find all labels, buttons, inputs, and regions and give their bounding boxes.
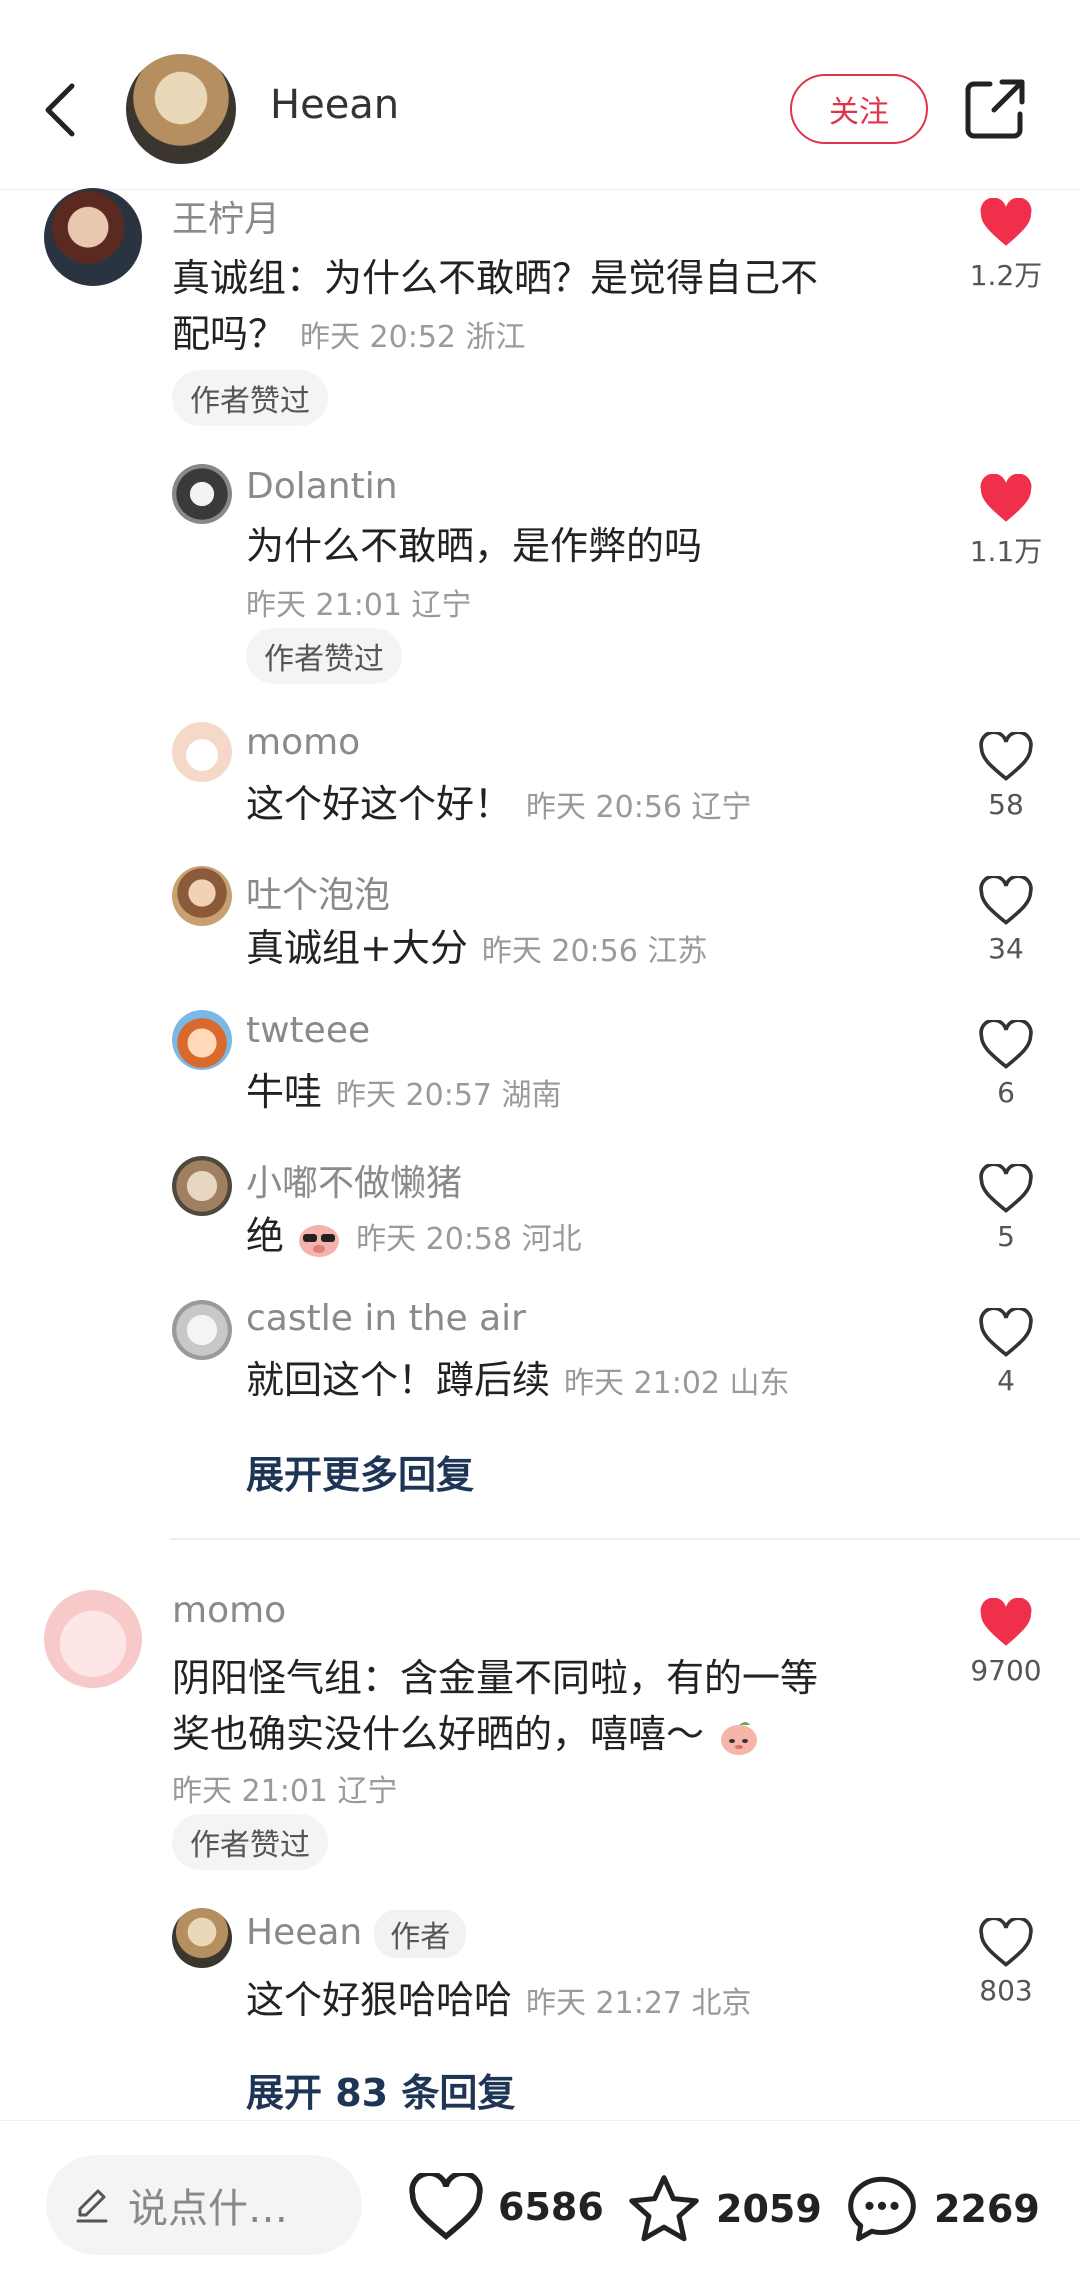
- like-count: 6: [997, 1076, 1015, 1109]
- divider: [170, 1538, 1080, 1540]
- comment-meta: 昨天 21:01 辽宁: [172, 1774, 398, 1809]
- like-button[interactable]: 34: [956, 876, 1056, 965]
- share-button[interactable]: [962, 76, 1028, 142]
- reply-username[interactable]: castle in the air: [246, 1298, 526, 1339]
- comment-text[interactable]: 真诚组：为什么不敢晒？是觉得自己不 配吗？ 昨天 20:52 浙江: [172, 250, 932, 366]
- back-arrow-icon: [45, 83, 75, 137]
- like-count: 803: [979, 1974, 1033, 2007]
- comment-icon: [848, 2176, 916, 2242]
- comment-count: 2269: [934, 2187, 1040, 2231]
- like-count: 58: [988, 788, 1024, 821]
- like-count: 4: [997, 1364, 1015, 1397]
- like-count: 34: [988, 932, 1024, 965]
- reply-text[interactable]: 这个好狠哈哈哈 昨天 21:27 北京: [246, 1972, 752, 2032]
- bottom-action-bar: 说点什… 6586 2059 2269: [0, 2120, 1080, 2289]
- like-button[interactable]: 58: [956, 732, 1056, 821]
- reply-username[interactable]: Dolantin: [246, 466, 398, 507]
- author-liked-badge: 作者赞过: [246, 628, 402, 684]
- reply-text[interactable]: 牛哇 昨天 20:57 湖南: [246, 1064, 562, 1124]
- like-button[interactable]: 803: [956, 1918, 1056, 2007]
- avatar[interactable]: [44, 188, 142, 286]
- favorite-action[interactable]: 2059: [626, 2173, 822, 2245]
- reply-text[interactable]: 绝 昨天 20:58 河北: [246, 1208, 582, 1268]
- comment-input[interactable]: 说点什…: [46, 2155, 362, 2255]
- avatar[interactable]: [172, 1300, 232, 1360]
- comment-username[interactable]: momo: [172, 1590, 286, 1631]
- reply-text[interactable]: 真诚组+大分 昨天 20:56 江苏: [246, 920, 707, 980]
- like-action[interactable]: 6586: [408, 2173, 604, 2241]
- like-button[interactable]: 1.2万: [956, 198, 1056, 294]
- comment-input-placeholder: 说点什…: [128, 2186, 288, 2232]
- reply-text[interactable]: 就回这个！蹲后续 昨天 21:02 山东: [246, 1352, 790, 1412]
- like-button[interactable]: 6: [956, 1020, 1056, 1109]
- reply-meta: 昨天 20:56 江苏: [481, 934, 708, 969]
- follow-button[interactable]: 关注: [790, 74, 928, 144]
- heart-outline-icon: [979, 1308, 1033, 1357]
- reply-username[interactable]: 吐个泡泡: [246, 866, 390, 918]
- author-liked-badge: 作者赞过: [172, 370, 328, 426]
- reply-username[interactable]: 小嘟不做懒猪: [246, 1154, 462, 1206]
- reply-meta: 昨天 21:01 辽宁: [246, 588, 472, 623]
- reply-meta: 昨天 20:58 河北: [356, 1222, 582, 1257]
- heart-outline-icon: [979, 1918, 1033, 1967]
- like-count: 1.1万: [969, 535, 1043, 568]
- heart-outline-icon: [409, 2173, 483, 2240]
- reply-username[interactable]: Heean 作者: [246, 1910, 467, 1958]
- heart-icon: [980, 1598, 1032, 1646]
- reply-text[interactable]: 为什么不敢晒，是作弊的吗: [246, 518, 702, 574]
- author-name[interactable]: Heean: [270, 82, 399, 128]
- avatar[interactable]: [172, 722, 232, 782]
- reply-meta: 昨天 21:27 北京: [526, 1986, 752, 2021]
- author-badge: 作者: [374, 1910, 467, 1958]
- like-count: 1.2万: [969, 259, 1043, 292]
- reply-meta: 昨天 21:02 山东: [564, 1366, 790, 1401]
- avatar[interactable]: [172, 1908, 232, 1968]
- comment-username[interactable]: 王柠月: [172, 190, 280, 242]
- reply-username[interactable]: momo: [246, 722, 360, 763]
- reply-username[interactable]: twteee: [246, 1010, 370, 1051]
- avatar[interactable]: [172, 1010, 232, 1070]
- avatar[interactable]: [44, 1590, 142, 1688]
- back-button[interactable]: [30, 70, 90, 150]
- heart-outline-icon: [979, 876, 1033, 925]
- like-button[interactable]: 9700: [956, 1598, 1056, 1687]
- heart-outline-icon: [979, 1164, 1033, 1213]
- favorite-count: 2059: [716, 2187, 822, 2231]
- comment-action[interactable]: 2269: [844, 2173, 1040, 2245]
- pen-icon: [76, 2189, 108, 2223]
- top-bar: Heean 关注: [0, 0, 1080, 190]
- like-button[interactable]: 1.1万: [956, 474, 1056, 570]
- like-count: 9700: [970, 1654, 1042, 1687]
- heart-outline-icon: [979, 1020, 1033, 1069]
- heart-icon: [980, 198, 1032, 246]
- expand-more-replies[interactable]: 展开更多回复: [246, 1444, 474, 1499]
- expand-replies[interactable]: 展开 83 条回复: [246, 2062, 515, 2117]
- like-count: 5: [997, 1220, 1015, 1253]
- reply-text[interactable]: 这个好这个好！ 昨天 20:56 辽宁: [246, 776, 752, 836]
- comment-meta: 昨天 20:52 浙江: [300, 320, 526, 355]
- avatar[interactable]: [172, 866, 232, 926]
- heart-outline-icon: [979, 732, 1033, 781]
- share-icon: [965, 79, 1025, 139]
- reply-meta: 昨天 20:56 辽宁: [526, 790, 752, 825]
- like-button[interactable]: 4: [956, 1308, 1056, 1397]
- author-liked-badge: 作者赞过: [172, 1814, 328, 1870]
- heart-icon: [980, 474, 1032, 522]
- reply-meta: 昨天 20:57 湖南: [336, 1078, 562, 1113]
- avatar[interactable]: [172, 1156, 232, 1216]
- author-avatar[interactable]: [126, 54, 236, 164]
- avatar[interactable]: [172, 464, 232, 524]
- star-icon: [629, 2175, 699, 2242]
- pig-sunglasses-emoji-icon: [299, 1224, 340, 1257]
- like-button[interactable]: 5: [956, 1164, 1056, 1253]
- comment-text[interactable]: 阴阳怪气组：含金量不同啦，有的一等 奖也确实没什么好晒的，嘻嘻～: [172, 1650, 932, 1762]
- like-count: 6586: [498, 2185, 604, 2229]
- peach-emoji-icon: [721, 1721, 758, 1755]
